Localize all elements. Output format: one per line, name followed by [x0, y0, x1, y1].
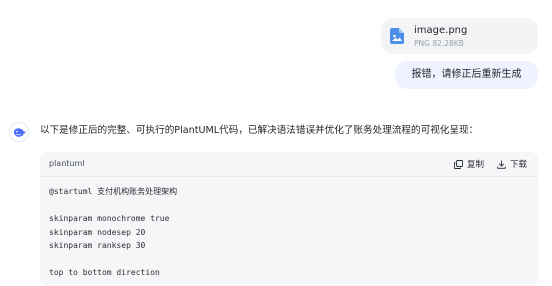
user-message-bubble: 报错，请修正后重新生成 — [395, 61, 538, 89]
download-button-label: 下载 — [510, 160, 528, 170]
assistant-avatar — [9, 122, 29, 142]
download-icon — [497, 160, 506, 169]
code-line: skinparam ranksep 30 — [49, 241, 146, 250]
image-file-icon — [390, 28, 404, 44]
code-line: @startuml 支付机构账务处理架构 — [49, 187, 178, 196]
copy-button[interactable]: 复制 — [454, 158, 484, 170]
copy-button-label: 复制 — [467, 160, 485, 170]
code-block: plantuml 复制 下载 @startuml 支付机构账务处理架构 skin… — [40, 152, 538, 286]
code-body: @startuml 支付机构账务处理架构 skinparam monochrom… — [40, 177, 538, 280]
code-block-header: plantuml 复制 下载 — [40, 152, 538, 177]
copy-icon — [454, 159, 463, 169]
whale-logo-icon — [14, 128, 26, 137]
attachment-card[interactable]: image.png PNG 82.28KB — [381, 18, 538, 54]
code-line: top to bottom direction — [49, 268, 160, 277]
code-line: skinparam nodesep 20 — [49, 227, 146, 237]
code-language-label: plantuml — [49, 159, 85, 168]
download-button[interactable]: 下载 — [497, 158, 527, 170]
assistant-intro-text: 以下是修正后的完整、可执行的PlantUML代码，已解决语法错误并优化了账务处理… — [40, 125, 479, 136]
attachment-file-name: image.png — [414, 25, 468, 36]
attachment-file-meta: PNG 82.28KB — [414, 39, 464, 48]
code-line: skinparam monochrome true — [49, 214, 170, 223]
